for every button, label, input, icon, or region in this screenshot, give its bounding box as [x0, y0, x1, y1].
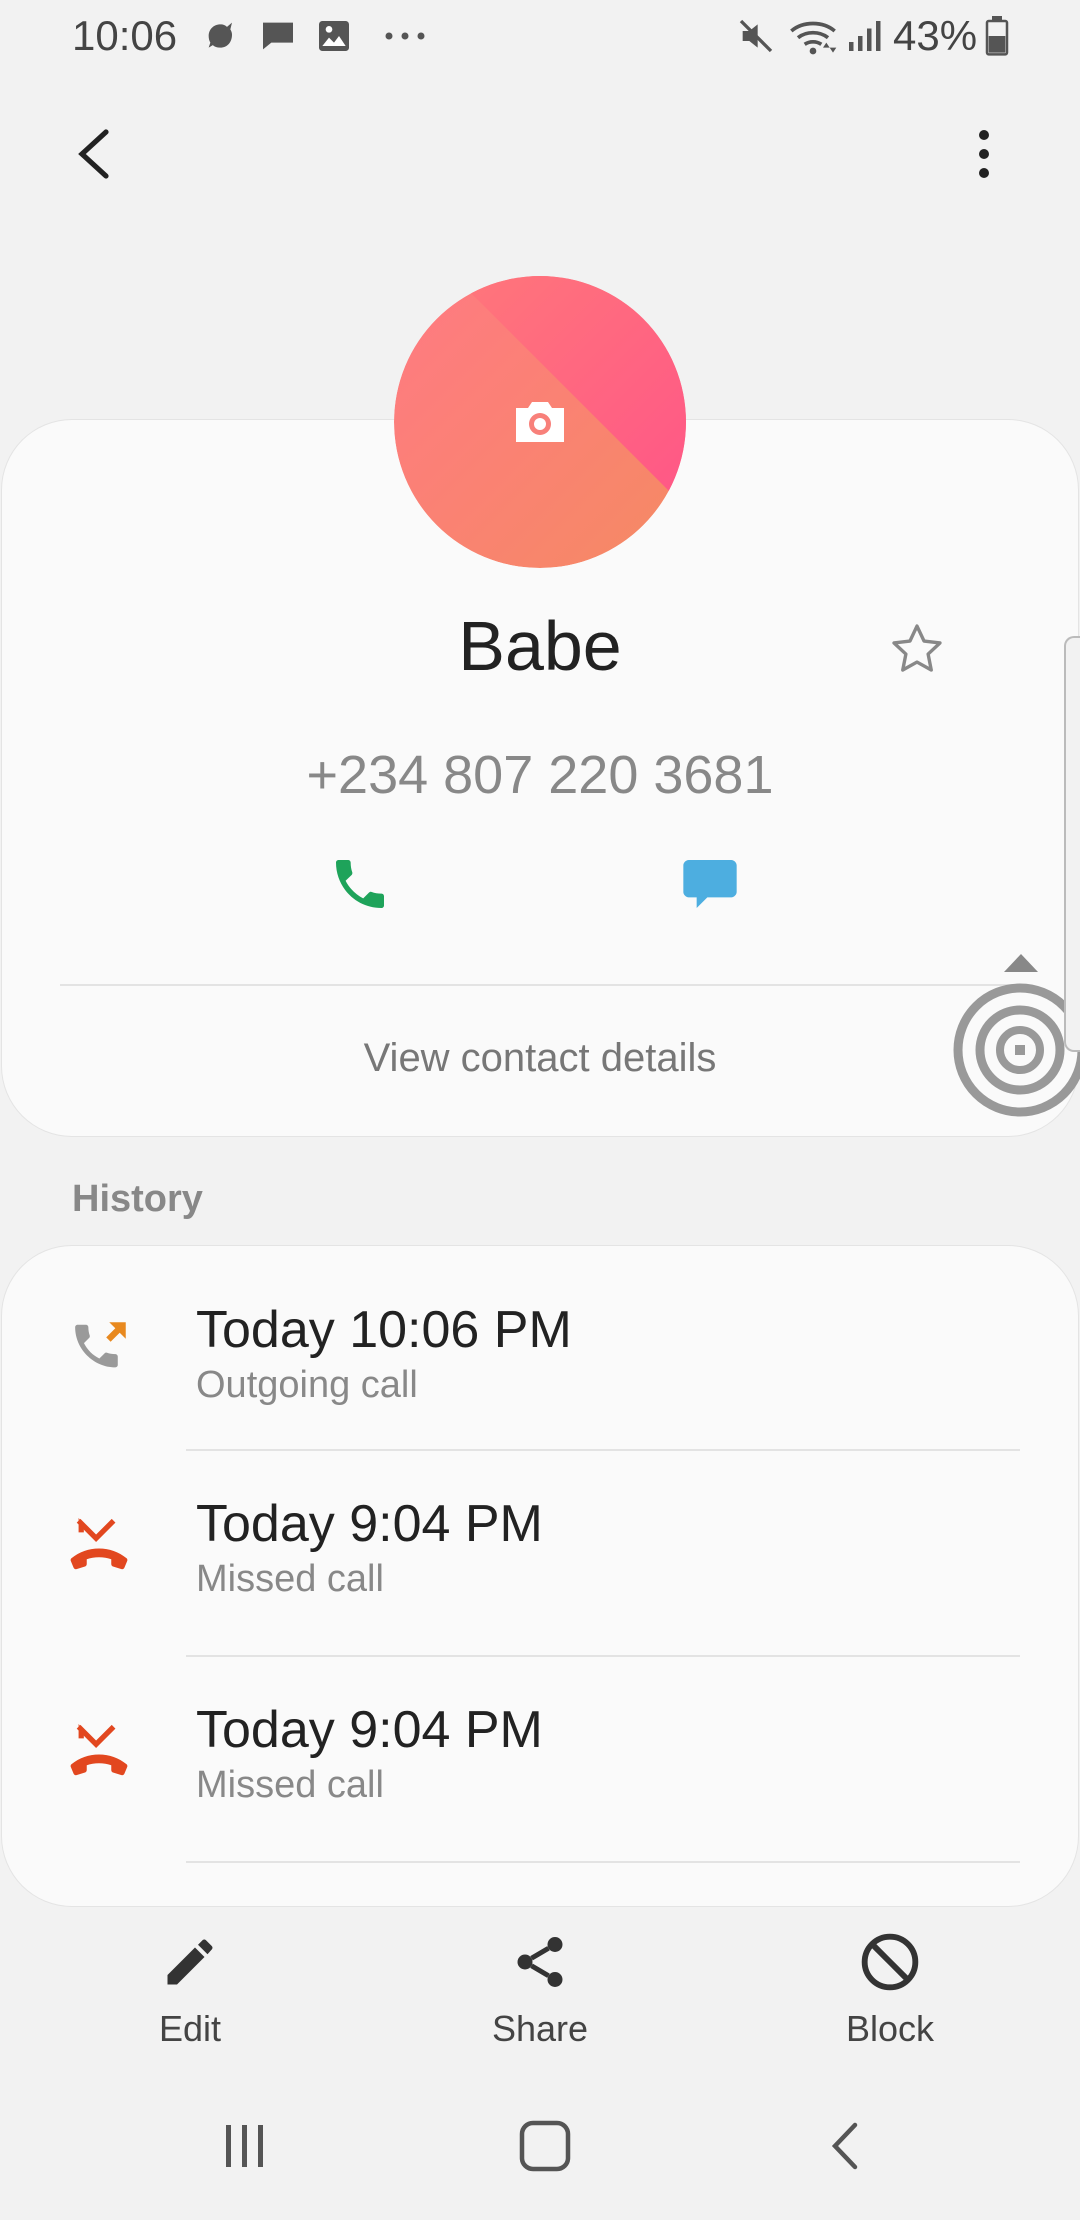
edge-panel-handle[interactable]: [1064, 636, 1080, 1052]
mute-icon: [734, 14, 778, 58]
message-button[interactable]: [672, 846, 748, 922]
history-item-type: Outgoing call: [196, 1364, 418, 1406]
contact-card-divider: [60, 984, 1020, 986]
nav-back-icon: [831, 2122, 858, 2170]
recent-apps-button[interactable]: [200, 2106, 290, 2186]
image-notification-icon: [312, 14, 356, 58]
block-icon: [858, 1930, 922, 1994]
history-item-time: Today 9:04 PM: [196, 1701, 543, 1759]
status-time: 10:06: [72, 12, 178, 59]
edit-label: Edit: [158, 2008, 222, 2049]
history-divider: [186, 1449, 1020, 1451]
status-bar: 10:06 43%: [0, 0, 1080, 76]
wifi-icon: [786, 14, 840, 58]
signal-icon: [842, 14, 886, 58]
recent-apps-icon: [226, 2125, 263, 2167]
more-notifications-icon: [380, 14, 430, 58]
history-divider: [186, 1655, 1020, 1657]
history-divider: [186, 1861, 1020, 1863]
missed-call-icon: [64, 1718, 134, 1788]
favorite-star-button[interactable]: [882, 614, 952, 684]
battery-percentage: 43%: [893, 12, 978, 59]
contact-avatar[interactable]: [394, 276, 686, 568]
back-arrow-icon: [78, 129, 109, 179]
block-label: Block: [845, 2008, 935, 2049]
target-icon: [953, 983, 1080, 1117]
history-item-type: Missed call: [196, 1558, 384, 1600]
history-item-type: Missed call: [196, 1764, 384, 1806]
message-notification-icon: [256, 14, 300, 58]
history-item[interactable]: Today 9:04 PM Missed call: [2, 1452, 1078, 1656]
history-item[interactable]: Today 10:06 PM Outgoing call: [2, 1260, 1078, 1450]
more-vert-icon: [979, 130, 989, 178]
share-label: Share: [491, 2008, 589, 2049]
scroll-up-arrow-icon[interactable]: [1000, 950, 1042, 974]
nav-back-button[interactable]: [800, 2106, 890, 2186]
share-button[interactable]: Share: [420, 1920, 660, 2060]
block-button[interactable]: Block: [770, 1920, 1010, 2060]
outgoing-call-icon: [68, 1314, 134, 1380]
history-item-time: Today 10:06 PM: [196, 1301, 572, 1359]
edit-button[interactable]: Edit: [70, 1920, 310, 2060]
battery-icon: [980, 14, 1014, 58]
more-options-button[interactable]: [946, 116, 1022, 192]
history-header: History: [72, 1178, 203, 1220]
floating-target-button[interactable]: [952, 980, 1080, 1120]
camera-icon: [510, 396, 570, 448]
view-contact-details-link[interactable]: View contact details: [0, 1036, 1080, 1081]
call-button[interactable]: [322, 846, 398, 922]
share-icon: [510, 1932, 570, 1992]
bird-notification-icon: [200, 14, 244, 58]
history-item-time: Today 9:04 PM: [196, 1495, 543, 1553]
missed-call-icon: [64, 1512, 134, 1582]
pencil-icon: [160, 1932, 220, 1992]
back-button[interactable]: [56, 116, 132, 192]
star-icon: [892, 624, 942, 672]
home-button[interactable]: [500, 2106, 590, 2186]
message-bubble-icon: [683, 860, 737, 908]
home-icon: [519, 2120, 571, 2172]
history-item[interactable]: Today 9:04 PM Missed call: [2, 1658, 1078, 1862]
contact-phone-number: +234 807 220 3681: [306, 745, 774, 805]
phone-icon: [336, 860, 384, 908]
